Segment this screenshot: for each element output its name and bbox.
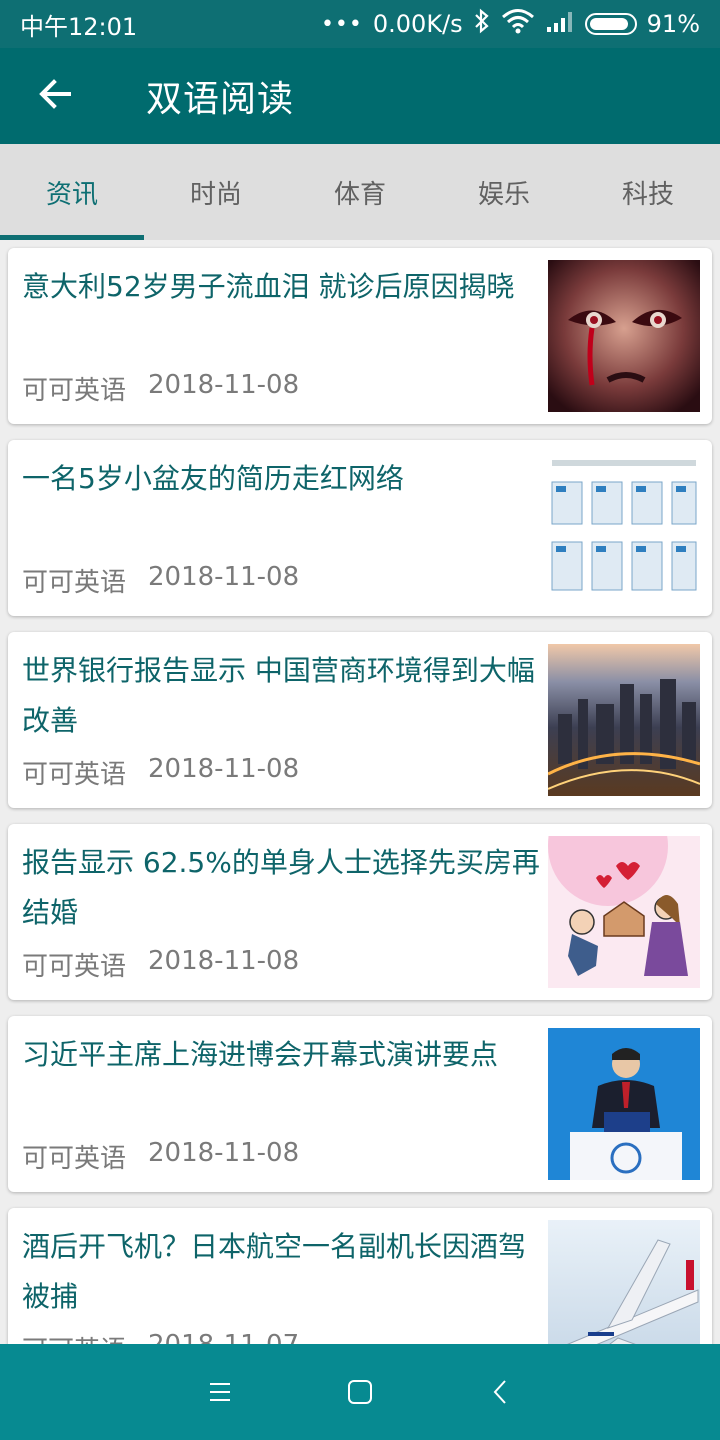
status-icons: ••• 0.00K/s 91% — [321, 8, 700, 40]
article-source: 可可英语 — [22, 952, 127, 982]
menu-icon[interactable] — [200, 1372, 240, 1412]
article-card[interactable]: 报告显示 62.5%的单身人士选择先买房再结婚 可可英语 2018-11-08 — [8, 824, 712, 1000]
article-date: 2018-11-08 — [148, 946, 300, 976]
article-card[interactable]: 习近平主席上海进博会开幕式演讲要点 可可英语 2018-11-08 — [8, 1016, 712, 1192]
network-speed: 0.00K/s — [372, 10, 463, 38]
article-list[interactable]: 意大利52岁男子流血泪 就诊后原因揭晓 可可英语 2018-11-08 一名5岁… — [0, 240, 720, 1344]
article-meta: 可可英语 2018-11-08 — [22, 562, 299, 599]
status-bar: 中午12:01 ••• 0.00K/s 91% — [0, 0, 720, 48]
battery-percent: 91% — [646, 10, 700, 38]
article-meta: 可可英语 2018-11-08 — [22, 754, 299, 791]
back-button[interactable] — [0, 48, 110, 144]
tab-sports[interactable]: 体育 — [288, 144, 432, 240]
article-source: 可可英语 — [22, 1330, 126, 1344]
article-thumbnail — [548, 260, 700, 412]
article-meta: 可可英语 2018-11-08 — [22, 946, 299, 983]
article-title: 世界银行报告显示 中国营商环境得到大幅改善 — [22, 654, 535, 737]
article-card[interactable]: 意大利52岁男子流血泪 就诊后原因揭晓 可可英语 2018-11-08 — [8, 248, 712, 424]
page-title: 双语阅读 — [146, 79, 295, 120]
tab-news[interactable]: 资讯 — [0, 144, 144, 240]
article-date: 2018-11-08 — [148, 370, 300, 400]
article-thumbnail — [548, 644, 700, 796]
more-dots: ••• — [320, 11, 363, 37]
article-source: 可可英语 — [22, 568, 127, 598]
article-card[interactable]: 世界银行报告显示 中国营商环境得到大幅改善 可可英语 2018-11-08 — [8, 632, 712, 808]
article-date: 2018-11-07 — [148, 1330, 299, 1344]
signal-icon — [545, 9, 575, 39]
article-thumbnail — [548, 452, 700, 604]
tab-tech[interactable]: 科技 — [576, 144, 720, 240]
article-date: 2018-11-08 — [148, 754, 300, 784]
article-title: 一名5岁小盆友的简历走红网络 — [22, 462, 404, 495]
article-meta: 可可英语 2018-11-08 — [22, 370, 299, 407]
battery-icon — [584, 13, 637, 35]
article-title: 意大利52岁男子流血泪 就诊后原因揭晓 — [22, 270, 515, 303]
article-date: 2018-11-08 — [148, 562, 300, 592]
tab-fashion[interactable]: 时尚 — [144, 144, 288, 240]
article-card[interactable]: 酒后开飞机？日本航空一名副机长因酒驾被捕 可可英语 2018-11-07 — [8, 1208, 712, 1344]
app-bar: 双语阅读 — [0, 48, 720, 144]
article-thumbnail — [548, 1028, 700, 1180]
article-meta: 可可英语 2018-11-08 — [22, 1138, 299, 1175]
wifi-icon — [501, 8, 535, 40]
home-square-icon[interactable] — [340, 1372, 380, 1412]
article-title: 习近平主席上海进博会开幕式演讲要点 — [22, 1038, 499, 1071]
article-thumbnail — [548, 1220, 700, 1344]
bluetooth-icon — [473, 8, 491, 40]
system-nav-bar — [0, 1344, 720, 1440]
category-tabs: 资讯 时尚 体育 娱乐 科技 — [0, 144, 720, 240]
article-source: 可可英语 — [22, 1144, 127, 1174]
article-date: 2018-11-08 — [148, 1138, 300, 1168]
arrow-left-icon — [37, 76, 73, 116]
article-thumbnail — [548, 836, 700, 988]
back-chevron-icon[interactable] — [480, 1372, 520, 1412]
article-title: 报告显示 62.5%的单身人士选择先买房再结婚 — [22, 846, 540, 929]
article-meta: 可可英语 2018-11-07 — [22, 1330, 299, 1344]
article-title: 酒后开飞机？日本航空一名副机长因酒驾被捕 — [22, 1230, 527, 1313]
article-source: 可可英语 — [22, 376, 127, 406]
status-time: 中午12:01 — [20, 12, 138, 41]
article-card[interactable]: 一名5岁小盆友的简历走红网络 可可英语 2018-11-08 — [8, 440, 712, 616]
article-source: 可可英语 — [22, 760, 127, 790]
tab-entertainment[interactable]: 娱乐 — [432, 144, 576, 240]
